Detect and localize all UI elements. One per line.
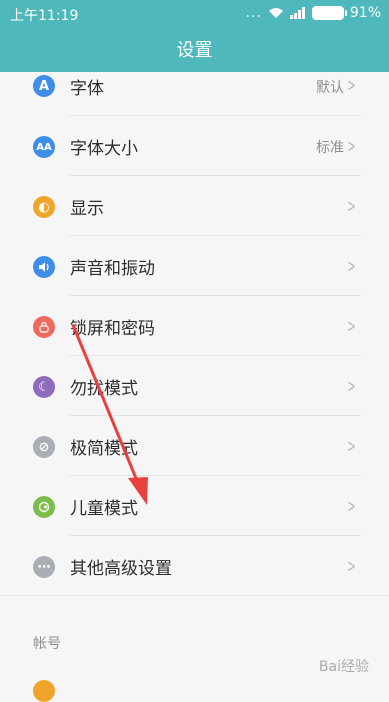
settings-item-label: 字体 — [70, 79, 104, 99]
settings-item-label: 显示 — [70, 199, 104, 219]
settings-item-label: 其他高级设置 — [70, 559, 172, 579]
child-icon — [33, 496, 55, 518]
settings-item-display[interactable]: ◐ 显示 > — [0, 176, 389, 236]
battery-percent: 91% — [349, 5, 381, 21]
settings-item-font-size[interactable]: AA 字体大小 标准 > — [0, 116, 389, 176]
settings-item-sound[interactable]: 声音和振动 > — [0, 236, 389, 296]
title-bar: 设置 — [0, 26, 389, 72]
signal-icon — [289, 7, 305, 19]
settings-item-value: 标准 — [316, 140, 344, 156]
more-icon: ⋯ — [33, 556, 55, 578]
battery-icon — [311, 6, 347, 20]
settings-item-minimal-mode[interactable]: ⊘ 极简模式 > — [0, 416, 389, 476]
watermark: Bai经验 — [318, 659, 369, 675]
settings-item-label: 儿童模式 — [70, 499, 138, 519]
status-bar: 上午11:19 ... 91% — [0, 0, 389, 26]
lock-icon — [33, 316, 55, 338]
sound-icon — [33, 256, 55, 278]
chevron-right-icon: > — [347, 256, 356, 277]
settings-item-value: 默认 — [316, 80, 344, 96]
settings-item-lockscreen[interactable]: 锁屏和密码 > — [0, 296, 389, 356]
account-icon — [33, 680, 55, 702]
settings-item-label: 声音和振动 — [70, 259, 155, 279]
display-icon: ◐ — [33, 196, 55, 218]
chevron-right-icon: > — [347, 196, 356, 217]
chevron-right-icon: > — [347, 376, 356, 397]
notification-dots: ... — [245, 5, 262, 21]
moon-icon: ☾ — [33, 376, 55, 398]
section-title-account: 帐号 — [33, 636, 61, 652]
settings-item-label: 字体大小 — [70, 139, 138, 159]
settings-item-do-not-disturb[interactable]: ☾ 勿扰模式 > — [0, 356, 389, 416]
settings-item-advanced[interactable]: ⋯ 其他高级设置 > — [0, 536, 389, 596]
font-icon: A — [33, 75, 55, 97]
chevron-right-icon: > — [347, 496, 356, 517]
wifi-icon — [268, 8, 283, 18]
status-icons: ... 91% — [246, 5, 381, 21]
page-title: 设置 — [176, 40, 213, 61]
chevron-right-icon: > — [347, 316, 356, 337]
status-time: 上午11:19 — [10, 8, 79, 24]
chevron-right-icon: > — [347, 75, 356, 96]
settings-list: A 字体 默认 > AA 字体大小 标准 > ◐ 显示 > 声音和振动 > 锁屏… — [0, 72, 389, 596]
minimal-icon: ⊘ — [33, 436, 55, 458]
settings-item-account-partial[interactable] — [0, 676, 389, 702]
font-size-icon: AA — [33, 136, 55, 158]
settings-item-label: 极简模式 — [70, 439, 138, 459]
settings-item-font[interactable]: A 字体 默认 > — [0, 72, 389, 116]
divider — [0, 595, 389, 596]
chevron-right-icon: > — [347, 136, 356, 157]
settings-item-label: 勿扰模式 — [70, 379, 138, 399]
chevron-right-icon: > — [347, 436, 356, 457]
settings-item-child-mode[interactable]: 儿童模式 > — [0, 476, 389, 536]
chevron-right-icon: > — [347, 556, 356, 577]
settings-item-label: 锁屏和密码 — [70, 319, 155, 339]
